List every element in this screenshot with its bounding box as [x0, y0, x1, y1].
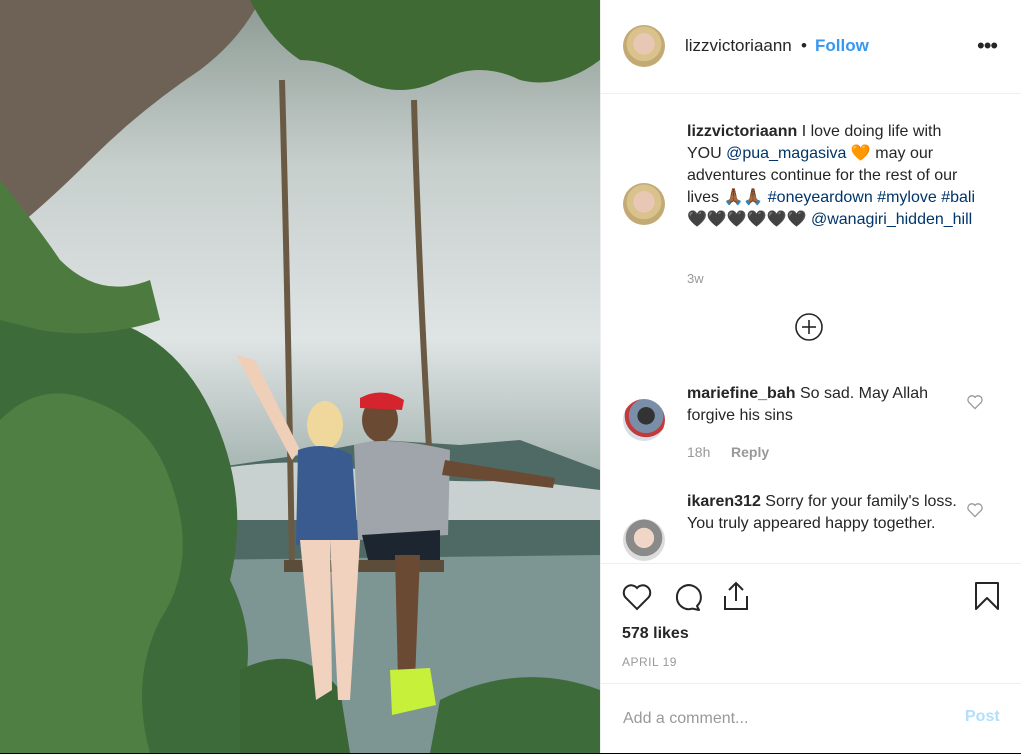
comment-item: mariefine_bah So sad. May Allah forgive … [687, 383, 957, 427]
heart-icon[interactable] [621, 582, 653, 612]
location-mention-link[interactable]: @wanagiri_hidden_hill [811, 211, 972, 228]
black-hearts-emoji: 🖤🖤🖤🖤🖤🖤 [687, 211, 807, 228]
comment-like-heart-icon[interactable] [966, 502, 984, 518]
caption-avatar[interactable] [623, 183, 665, 225]
hashtag-bali[interactable]: #bali [941, 189, 975, 206]
caption-mention-link[interactable]: @pua_magasiva [726, 145, 846, 162]
hashtag-mylove[interactable]: #mylove [877, 189, 937, 206]
post-comment-button[interactable]: Post [965, 708, 1000, 726]
follow-button[interactable]: Follow [815, 36, 869, 56]
post-actions: 578 likes APRIL 19 [601, 563, 1021, 684]
comment-time[interactable]: 18h [687, 444, 710, 460]
add-comment-bar: Post [601, 683, 1021, 754]
author-avatar[interactable] [623, 25, 665, 67]
post-header: lizzvictoriaann • Follow ••• [601, 0, 1021, 94]
comment-bubble-icon[interactable] [671, 582, 703, 612]
share-icon[interactable] [721, 580, 751, 612]
hashtag-oneyeardown[interactable]: #oneyeardown [768, 189, 873, 206]
post-photo[interactable] [0, 0, 600, 753]
commenter-avatar[interactable] [623, 399, 665, 441]
comment-username[interactable]: mariefine_bah [687, 385, 795, 402]
reply-button[interactable]: Reply [731, 444, 769, 460]
post-date[interactable]: APRIL 19 [622, 655, 677, 669]
orange-heart-emoji: 🧡 [850, 145, 871, 162]
more-horizontal-icon[interactable]: ••• [977, 35, 998, 57]
comment-input[interactable] [621, 706, 945, 732]
post-caption: lizzvictoriaann I love doing life with Y… [687, 121, 977, 231]
author-username[interactable]: lizzvictoriaann [685, 36, 792, 56]
post-details-panel: lizzvictoriaann • Follow ••• lizzvictori… [600, 0, 1021, 753]
likes-count[interactable]: 578 likes [622, 625, 689, 643]
caption-time[interactable]: 3w [687, 271, 704, 286]
caption-username[interactable]: lizzvictoriaann [687, 123, 797, 140]
plus-circle-icon[interactable] [795, 313, 823, 341]
header-separator: • [801, 36, 807, 55]
comment-username[interactable]: ikaren312 [687, 493, 761, 510]
swing-scene-image [0, 0, 600, 753]
bookmark-icon[interactable] [973, 580, 1001, 612]
pray-emoji: 🙏🏾🙏🏾 [723, 189, 764, 206]
commenter-avatar[interactable] [623, 519, 665, 561]
comment-item: ikaren312 Sorry for your family's loss. … [687, 491, 957, 535]
comment-like-heart-icon[interactable] [966, 394, 984, 410]
